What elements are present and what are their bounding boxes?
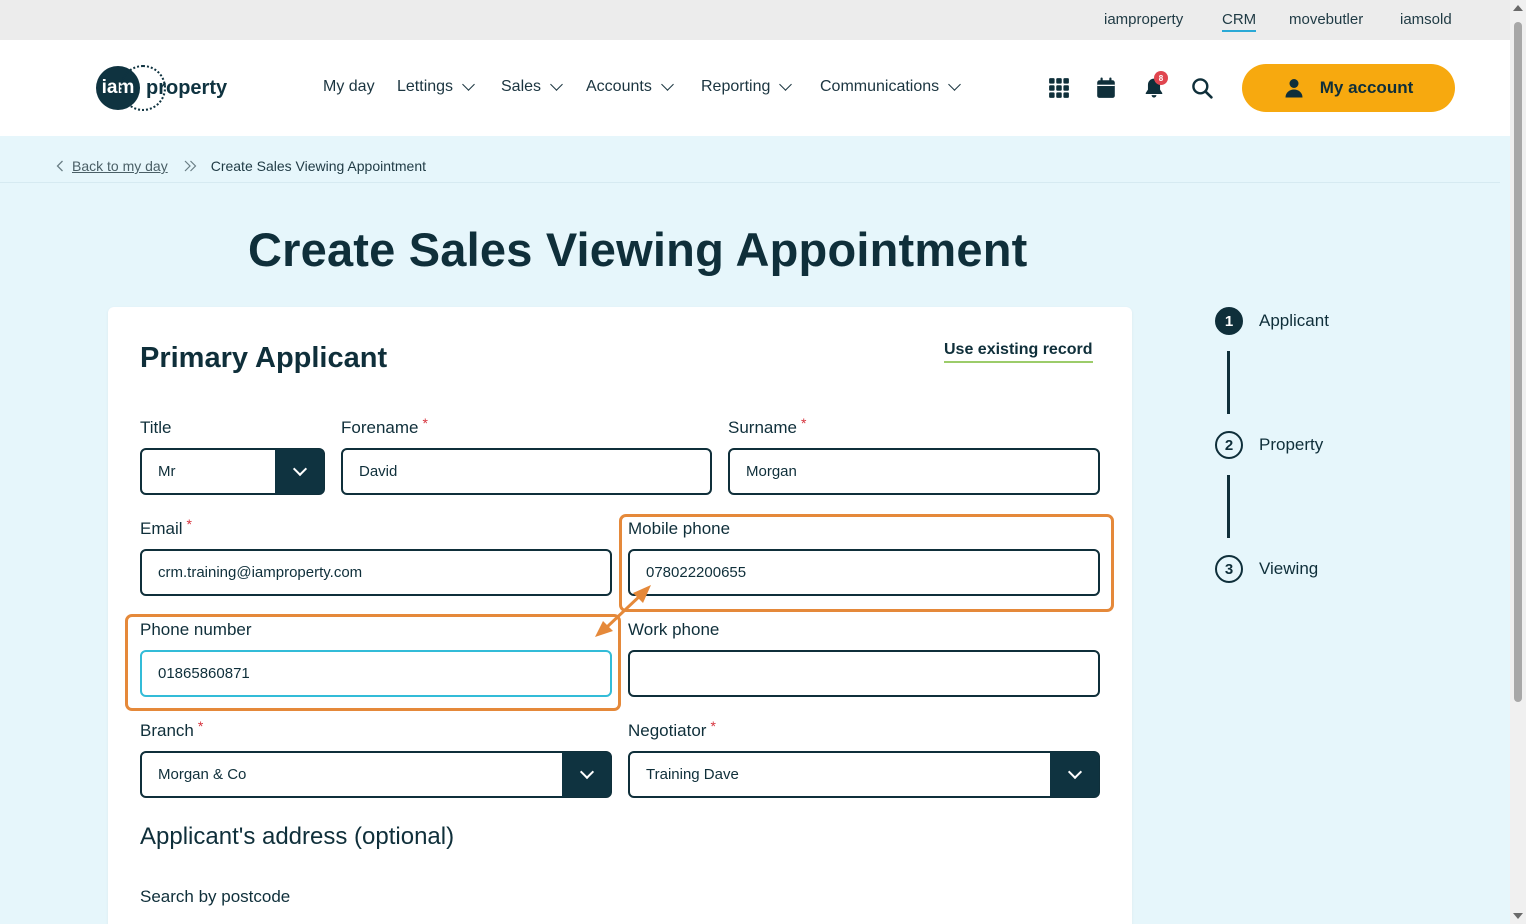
chevron-down-icon (660, 78, 674, 91)
scroll-down-arrow-icon[interactable] (1513, 913, 1523, 919)
email-input[interactable]: crm.training@iamproperty.com (140, 549, 612, 596)
email-label: Email * (140, 516, 192, 539)
nav-label: Reporting (701, 78, 771, 95)
required-mark: * (710, 718, 716, 734)
swap-arrow-icon (595, 585, 651, 637)
forename-label-text: Forename (341, 418, 419, 437)
negotiator-select[interactable]: Training Dave (628, 751, 1100, 798)
chevron-down-icon (462, 78, 475, 91)
step-number: 3 (1215, 555, 1243, 583)
chevron-left-icon (56, 160, 63, 172)
double-chevron-right-icon (184, 160, 197, 172)
breadcrumb-current: Create Sales Viewing Appointment (210, 158, 427, 174)
nav-label: Communications (820, 78, 940, 95)
forename-input[interactable]: David (341, 448, 712, 495)
topbar-link-iamsold[interactable]: iamsold (1400, 11, 1452, 28)
calendar-icon[interactable] (1095, 77, 1117, 99)
step-label: Viewing (1259, 559, 1319, 578)
step-viewing[interactable]: 3 Viewing (1215, 555, 1318, 583)
step-applicant[interactable]: 1 Applicant (1215, 307, 1329, 335)
nav-label: Sales (501, 78, 542, 95)
required-mark: * (186, 516, 192, 532)
breadcrumb-back-link[interactable]: Back to my day (72, 158, 168, 174)
forename-label: Forename * (341, 415, 428, 438)
email-label-text: Email (140, 519, 183, 538)
branch-select-value: Morgan & Co (158, 766, 247, 783)
title-select[interactable]: Mr (140, 448, 325, 495)
title-select-value: Mr (158, 463, 176, 480)
breadcrumb-divider (0, 182, 1500, 183)
chevron-down-icon (550, 78, 563, 91)
step-label: Property (1259, 435, 1324, 454)
negotiator-label: Negotiator * (628, 718, 716, 741)
page-scrollbar[interactable] (1510, 0, 1526, 924)
postcode-search-label-text: Search by postcode (140, 887, 291, 906)
forename-input-value: David (359, 463, 398, 480)
nav-label: Accounts (586, 78, 652, 95)
step-connector (1227, 351, 1230, 414)
step-number: 1 (1215, 307, 1243, 335)
nav-item-sales[interactable]: Sales (501, 78, 563, 96)
branch-select[interactable]: Morgan & Co (140, 751, 612, 798)
work-phone-input[interactable] (628, 650, 1100, 697)
chevron-down-icon (779, 78, 793, 91)
nav-item-my-day[interactable]: My day (323, 78, 375, 96)
nav-item-communications[interactable]: Communications (820, 78, 962, 96)
chevron-down-icon (275, 449, 324, 494)
apps-grid-icon[interactable] (1048, 77, 1070, 99)
required-mark: * (197, 718, 204, 734)
use-existing-record-link[interactable]: Use existing record (944, 341, 1093, 363)
step-label: Applicant (1259, 311, 1329, 330)
required-mark: * (422, 415, 428, 431)
user-icon (1285, 79, 1303, 98)
surname-label-text: Surname (728, 418, 797, 437)
step-number: 2 (1215, 431, 1243, 459)
nav-item-lettings[interactable]: Lettings (397, 78, 475, 96)
search-icon[interactable] (1191, 77, 1213, 99)
title-label: Title (140, 418, 172, 438)
negotiator-select-value: Training Dave (646, 766, 739, 783)
my-account-label: My account (1319, 78, 1414, 97)
main-header: iam property My day Lettings Sales Accou… (0, 40, 1510, 136)
nav-label: My day (323, 78, 375, 95)
chevron-down-icon (1050, 752, 1099, 797)
branch-label-text: Branch (140, 721, 194, 740)
title-label-text: Title (140, 418, 172, 437)
scrollbar-thumb[interactable] (1514, 22, 1522, 702)
address-heading: Applicant's address (optional) (140, 823, 455, 850)
postcode-search-label: Search by postcode (140, 887, 290, 907)
chevron-down-icon (562, 752, 611, 797)
topbar-link-movebutler[interactable]: movebutler (1289, 11, 1363, 28)
chevron-down-icon (948, 78, 962, 91)
iamproperty-logo[interactable]: iam property (96, 65, 227, 111)
surname-input-value: Morgan (746, 463, 797, 480)
step-property[interactable]: 2 Property (1215, 431, 1323, 459)
branch-label: Branch * (140, 718, 204, 741)
annotation-box-phone (125, 614, 621, 711)
page-title: Create Sales Viewing Appointment (248, 223, 1028, 276)
annotation-box-mobile (619, 514, 1114, 612)
required-mark: * (800, 415, 807, 431)
negotiator-label-text: Negotiator (628, 721, 707, 740)
topbar-link-iamproperty[interactable]: iamproperty (1104, 11, 1183, 28)
nav-item-reporting[interactable]: Reporting (701, 78, 793, 96)
scroll-up-arrow-icon[interactable] (1513, 5, 1523, 11)
step-connector (1227, 475, 1230, 538)
top-utility-bar: iamproperty CRM movebutler iamsold (0, 0, 1510, 40)
nav-item-accounts[interactable]: Accounts (586, 78, 674, 96)
topbar-link-crm[interactable]: CRM (1222, 11, 1257, 32)
surname-label: Surname * (728, 415, 807, 438)
nav-label: Lettings (397, 78, 454, 95)
surname-input[interactable]: Morgan (728, 448, 1100, 495)
logo-word: property (146, 76, 228, 99)
section-heading: Primary Applicant (140, 342, 388, 374)
notification-badge: 8 (1154, 71, 1168, 85)
breadcrumb: Back to my day Create Sales Viewing Appo… (56, 158, 426, 174)
my-account-button[interactable]: My account (1242, 64, 1455, 112)
email-input-value: crm.training@iamproperty.com (158, 564, 363, 581)
